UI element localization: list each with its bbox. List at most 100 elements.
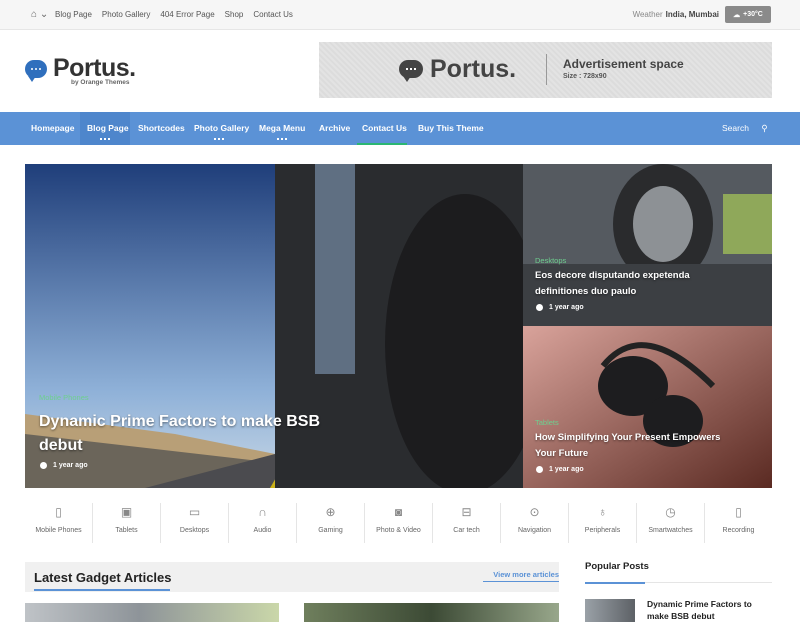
hero-side2-title-line2[interactable]: Your Future	[535, 446, 770, 462]
search-icon[interactable]: ⚲	[761, 123, 767, 133]
nav-active-indicator	[357, 143, 407, 145]
mouse-icon: ▯	[735, 505, 742, 519]
hero-main-title-line2[interactable]: debut	[39, 434, 339, 458]
nav-buy-theme[interactable]: Buy This Theme	[418, 123, 484, 133]
hero-main-post[interactable]: Mobile Phones Dynamic Prime Factors to m…	[25, 164, 523, 488]
clock-icon	[536, 466, 543, 473]
cloud-icon: ☁	[733, 11, 741, 19]
article-thumbnail[interactable]	[304, 603, 559, 622]
tablet-icon: ▣	[120, 505, 133, 519]
article-thumbnail[interactable]	[25, 603, 279, 622]
weather-label: Weather	[632, 10, 663, 19]
popular-posts-header: Popular Posts	[585, 561, 772, 584]
top-links: Blog Page Photo Gallery 404 Error Page S…	[55, 10, 303, 19]
category-label: Audio	[253, 527, 272, 534]
popular-title-underline	[585, 582, 645, 584]
dropdown-indicator	[277, 138, 287, 140]
category-label: Recording	[722, 527, 755, 534]
microphone-icon: ♁	[598, 505, 607, 519]
latest-articles-header: Latest Gadget Articles View more article…	[25, 562, 559, 592]
category-photo-video[interactable]: ◙ Photo & Video	[365, 503, 433, 543]
home-icon[interactable]: ⌂ ⌄	[31, 9, 48, 20]
category-label: Navigation	[517, 527, 552, 534]
category-peripherals[interactable]: ♁ Peripherals	[569, 503, 637, 543]
hero-side2-title-line1[interactable]: How Simplifying Your Present Empowers	[535, 430, 770, 446]
hero-side1-category[interactable]: Desktops	[535, 256, 566, 265]
category-label: Smartwatches	[648, 527, 693, 534]
popular-post-thumbnail[interactable]	[585, 599, 635, 622]
category-navigation[interactable]: ⊙ Navigation	[501, 503, 569, 543]
category-label: Mobile Phones	[35, 527, 82, 534]
ad-title: Advertisement space	[563, 57, 684, 71]
nav-photo-gallery[interactable]: Photo Gallery	[194, 123, 249, 133]
nav-shortcodes[interactable]: Shortcodes	[138, 123, 185, 133]
nav-contact-us[interactable]: Contact Us	[362, 123, 407, 133]
top-link-404[interactable]: 404 Error Page	[160, 10, 214, 19]
temperature-badge: ☁ +30°C	[725, 6, 771, 23]
category-recording[interactable]: ▯ Recording	[705, 503, 772, 543]
popular-title: Popular Posts	[585, 561, 649, 572]
hero-side1-date-text: 1 year ago	[549, 304, 584, 311]
phone-icon: ▯	[55, 505, 62, 519]
desktop-icon: ▭	[188, 505, 201, 519]
hero-side-post-1[interactable]: Desktops Eos decore disputando expetenda…	[523, 164, 772, 326]
popular-post-title[interactable]: Dynamic Prime Factors to make BSB debut	[647, 598, 767, 622]
hero-side2-date-text: 1 year ago	[549, 466, 584, 473]
gamepad-icon: ⊕	[325, 505, 336, 519]
temperature-value: +30°C	[743, 11, 763, 18]
category-bar: ▯ Mobile Phones ▣ Tablets ▭ Desktops ∩ Audio…	[25, 503, 772, 543]
ad-logo-name: Portus.	[430, 55, 517, 83]
nav-archive[interactable]: Archive	[319, 123, 350, 133]
category-label: Desktops	[179, 527, 210, 534]
category-tablets[interactable]: ▣ Tablets	[93, 503, 161, 543]
category-desktops[interactable]: ▭ Desktops	[161, 503, 229, 543]
category-label: Gaming	[318, 527, 343, 534]
hero-side1-title-line1[interactable]: Eos decore disputando expetenda	[535, 268, 765, 284]
category-label: Photo & Video	[376, 527, 421, 534]
hero-side1-title-line2[interactable]: definitiones duo paulo	[535, 284, 765, 300]
clock-icon	[536, 304, 543, 311]
view-more-link[interactable]: View more articles	[493, 570, 559, 579]
hero-side2-image	[523, 326, 772, 488]
nav-blog-page[interactable]: Blog Page	[87, 123, 129, 133]
ad-divider	[546, 54, 547, 85]
category-audio[interactable]: ∩ Audio	[229, 503, 297, 543]
weather-location: India, Mumbai	[665, 10, 719, 19]
hero-side1-date: 1 year ago	[536, 304, 584, 311]
logo-bubble-icon	[25, 59, 47, 82]
category-smartwatches[interactable]: ◷ Smartwatches	[637, 503, 705, 543]
top-bar: ⌂ ⌄ Blog Page Photo Gallery 404 Error Pa…	[0, 0, 800, 30]
category-label: Peripherals	[584, 527, 621, 534]
weather-info: Weather India, Mumbai	[633, 10, 719, 19]
view-more-underline	[483, 581, 559, 582]
hero-main-date: 1 year ago	[40, 462, 88, 469]
map-pin-icon: ⊙	[529, 505, 540, 519]
top-link-contact[interactable]: Contact Us	[253, 10, 293, 19]
latest-title: Latest Gadget Articles	[34, 570, 172, 585]
latest-title-underline	[34, 589, 170, 591]
headphones-icon: ∩	[258, 505, 267, 519]
category-gaming[interactable]: ⊕ Gaming	[297, 503, 365, 543]
hero-side2-category[interactable]: Tablets	[535, 418, 559, 427]
main-nav: Homepage Blog Page Shortcodes Photo Gall…	[0, 112, 800, 145]
hero-side-post-2[interactable]: Tablets How Simplifying Your Present Emp…	[523, 326, 772, 488]
advertisement-banner[interactable]: Portus. Advertisement space Size : 728x9…	[319, 42, 772, 98]
top-link-blog[interactable]: Blog Page	[55, 10, 92, 19]
top-link-gallery[interactable]: Photo Gallery	[102, 10, 150, 19]
ad-logo-bubble-icon	[399, 60, 423, 82]
nav-mega-menu[interactable]: Mega Menu	[259, 123, 305, 133]
clock-icon: ◷	[665, 505, 676, 519]
dropdown-indicator	[100, 138, 110, 140]
search-label: Search	[722, 123, 749, 133]
hero-main-title-line1[interactable]: Dynamic Prime Factors to make BSB	[39, 410, 339, 434]
ad-size: Size : 728x90	[563, 73, 607, 80]
hero-main-category[interactable]: Mobile Phones	[39, 393, 89, 402]
category-car-tech[interactable]: ⊟ Car tech	[433, 503, 501, 543]
top-link-shop[interactable]: Shop	[225, 10, 244, 19]
category-mobile-phones[interactable]: ▯ Mobile Phones	[25, 503, 93, 543]
camera-icon: ◙	[394, 505, 403, 519]
nav-search[interactable]: Search ⚲	[722, 123, 768, 134]
logo-subtitle: by Orange Themes	[71, 79, 130, 86]
nav-homepage[interactable]: Homepage	[31, 123, 74, 133]
hero-main-date-text: 1 year ago	[53, 462, 88, 469]
